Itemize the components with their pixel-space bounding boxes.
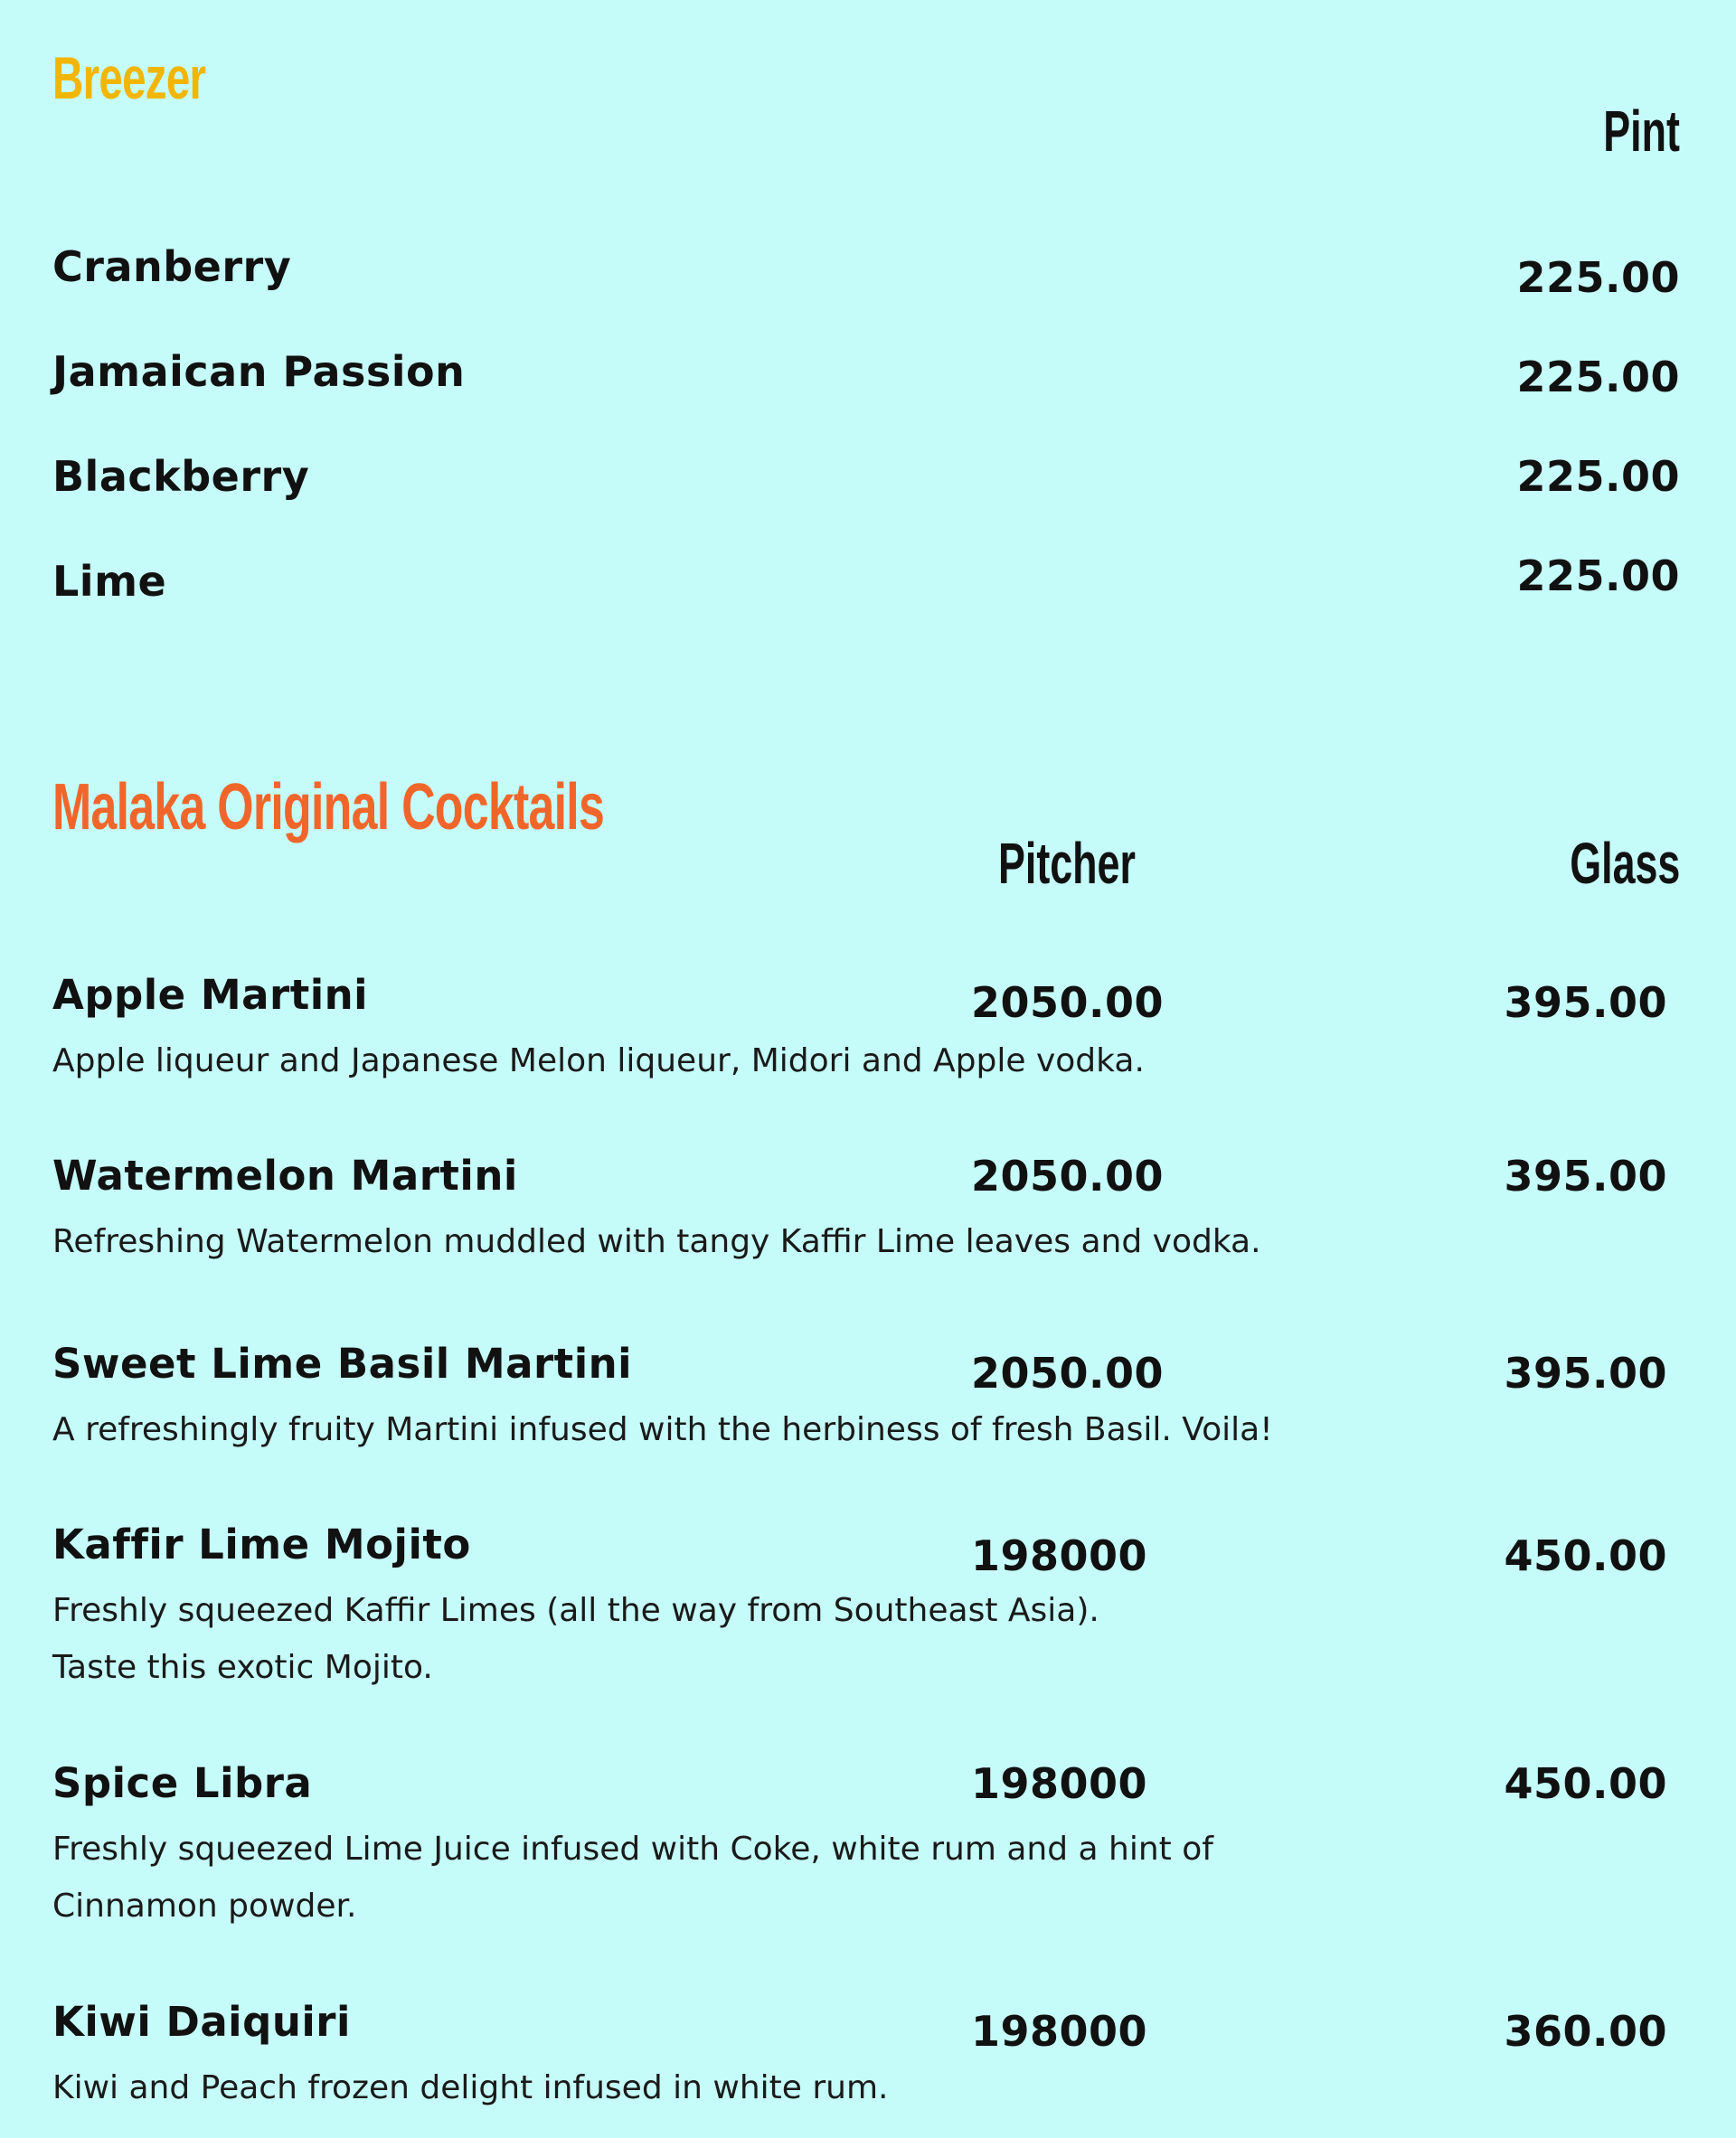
cocktail-glass-price: 395.00 [1504, 978, 1667, 1027]
cocktail-glass-price: 450.00 [1504, 1531, 1667, 1580]
cocktail-name: Apple Martini [52, 971, 369, 1019]
pint-column-header: Pint [1603, 99, 1680, 164]
cocktail-glass-price: 395.00 [1504, 1349, 1667, 1398]
cocktail-description: Apple liqueur and Japanese Melon liqueur… [52, 1042, 1145, 1079]
pitcher-column-header: Pitcher [998, 831, 1136, 896]
cocktail-pitcher-price: 198000 [971, 1759, 1148, 1808]
cocktail-name: Sweet Lime Basil Martini [52, 1340, 633, 1388]
breezer-item-pint-price: 225.00 [1516, 551, 1680, 600]
cocktail-pitcher-price: 198000 [971, 2007, 1148, 2056]
cocktail-description-line: Taste this exotic Mojito. [52, 1649, 433, 1686]
cocktail-name: Kaffir Lime Mojito [52, 1521, 471, 1568]
cocktail-pitcher-price: 198000 [971, 1531, 1148, 1580]
cocktail-name: Spice Libra [52, 1759, 313, 1807]
cocktail-description: A refreshingly fruity Martini infused wi… [52, 1411, 1273, 1448]
cocktail-description: Refreshing Watermelon muddled with tangy… [52, 1223, 1261, 1260]
cocktail-pitcher-price: 2050.00 [971, 1349, 1165, 1398]
glass-column-header: Glass [1569, 831, 1680, 896]
cocktail-name: Watermelon Martini [52, 1152, 518, 1200]
cocktail-pitcher-price: 2050.00 [971, 978, 1165, 1027]
cocktails-section-title: Malaka Original Cocktails [52, 771, 605, 843]
cocktail-name: Kiwi Daiquiri [52, 1998, 351, 2046]
cocktail-description: Kiwi and Peach frozen delight infused in… [52, 2069, 889, 2106]
cocktail-glass-price: 395.00 [1504, 1152, 1667, 1201]
breezer-item-name: Cranberry [52, 242, 292, 291]
cocktail-description-line: Freshly squeezed Lime Juice infused with… [52, 1831, 1213, 1868]
cocktail-description-line: Freshly squeezed Kaffir Limes (all the w… [52, 1592, 1099, 1629]
breezer-item-name: Lime [52, 557, 167, 606]
breezer-section-title: Breezer [52, 44, 206, 111]
cocktail-pitcher-price: 2050.00 [971, 1152, 1165, 1201]
breezer-item-pint-price: 225.00 [1516, 353, 1680, 401]
cocktail-description-line: Cinnamon powder. [52, 1888, 357, 1925]
cocktail-glass-price: 360.00 [1504, 2007, 1667, 2056]
breezer-item-pint-price: 225.00 [1516, 452, 1680, 501]
breezer-item-pint-price: 225.00 [1516, 253, 1680, 302]
breezer-item-name: Jamaican Passion [52, 347, 466, 396]
cocktail-glass-price: 450.00 [1504, 1759, 1667, 1808]
breezer-item-name: Blackberry [52, 452, 310, 501]
